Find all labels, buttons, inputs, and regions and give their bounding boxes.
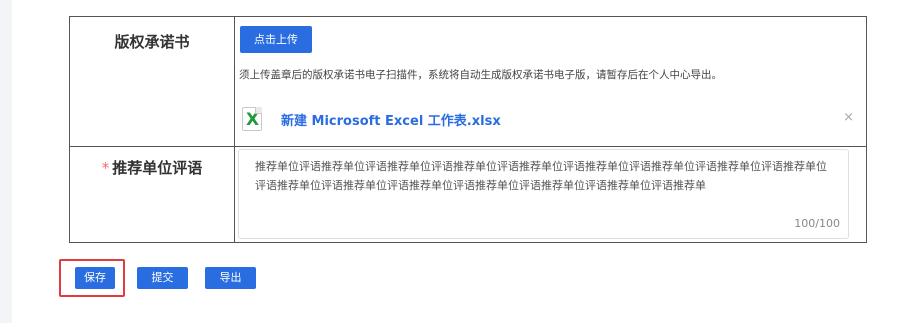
- column-divider: [234, 17, 235, 242]
- submit-button[interactable]: 提交: [137, 267, 188, 289]
- review-textarea-value: 推荐单位评语推荐单位评语推荐单位评语推荐单位评语推荐单位评语推荐单位评语推荐单位…: [255, 160, 827, 192]
- save-button[interactable]: 保存: [75, 267, 115, 289]
- review-textarea[interactable]: 推荐单位评语推荐单位评语推荐单位评语推荐单位评语推荐单位评语推荐单位评语推荐单位…: [238, 149, 849, 239]
- left-sidebar-edge: [0, 0, 12, 323]
- export-button[interactable]: 导出: [205, 267, 256, 289]
- char-counter: 100/100: [794, 217, 840, 230]
- form-table: 版权承诺书 点击上传 须上传盖章后的版权承诺书电子扫描件，系统将自动生成版权承诺…: [69, 16, 867, 243]
- copyright-label: 版权承诺书: [114, 33, 190, 51]
- excel-file-icon: X: [242, 107, 262, 131]
- excel-x-glyph: X: [246, 110, 260, 130]
- review-label-text: 推荐单位评语: [112, 159, 203, 177]
- review-label: * 推荐单位评语: [70, 157, 234, 178]
- uploaded-file-item[interactable]: X 新建 Microsoft Excel 工作表.xlsx ×: [242, 107, 854, 133]
- upload-hint: 须上传盖章后的版权承诺书电子扫描件，系统将自动生成版权承诺书电子版，请暂存后在个…: [239, 69, 722, 81]
- upload-button[interactable]: 点击上传: [240, 26, 312, 53]
- remove-file-icon[interactable]: ×: [843, 110, 854, 125]
- required-star: *: [101, 159, 110, 177]
- file-name-link[interactable]: 新建 Microsoft Excel 工作表.xlsx: [281, 110, 501, 129]
- row-divider: [70, 146, 866, 147]
